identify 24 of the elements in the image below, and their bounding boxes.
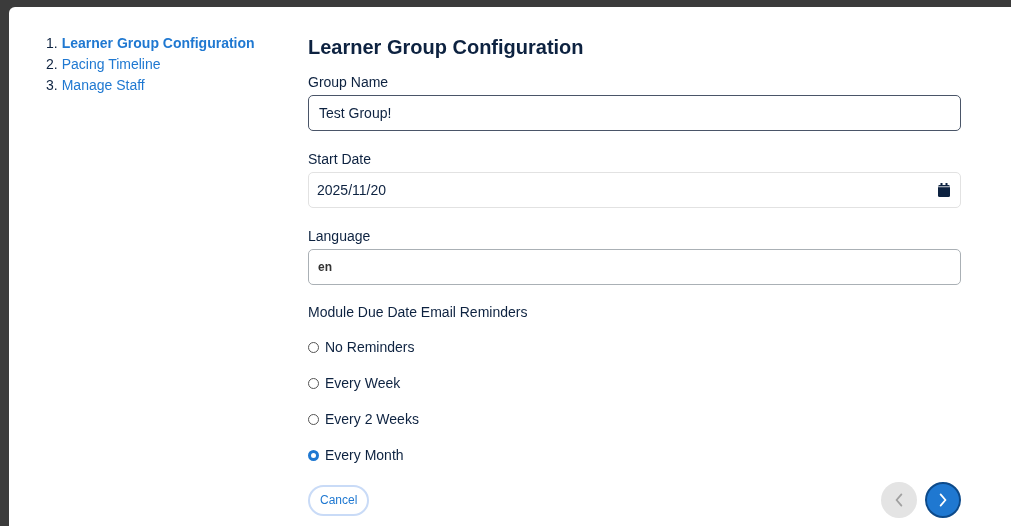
step-number: 2.	[46, 56, 58, 72]
step-number: 3.	[46, 77, 58, 93]
step-link[interactable]: Pacing Timeline	[61, 56, 161, 72]
dialog-title: Learner Group Configuration	[308, 35, 585, 59]
field-label: Module Due Date Email Reminders	[308, 304, 529, 320]
step-link[interactable]: Learner Group Configuration	[61, 35, 255, 51]
radio-label[interactable]: No Reminders	[325, 339, 415, 355]
field-label: Group Name	[308, 73, 390, 91]
radio-label[interactable]: Every 2 Weeks	[325, 411, 419, 427]
field-label: Language	[308, 227, 372, 245]
radio-label[interactable]: Every Month	[325, 447, 404, 463]
select-field[interactable]: en	[308, 249, 961, 285]
next-button[interactable]	[925, 482, 961, 518]
radio-label[interactable]: Every Week	[325, 375, 401, 391]
field-label: Start Date	[308, 150, 373, 168]
step-link[interactable]: Manage Staff	[61, 77, 145, 93]
step-number: 1.	[46, 35, 58, 51]
text-field[interactable]: Test Group!	[308, 95, 961, 131]
calendar-icon[interactable]	[938, 183, 950, 197]
chevron-left-icon	[894, 492, 904, 508]
cancel-button[interactable]: Cancel	[308, 484, 370, 516]
chevron-right-icon	[938, 492, 948, 508]
radio-button[interactable]	[308, 449, 319, 461]
date-field[interactable]: 2025/11/20	[308, 172, 961, 208]
